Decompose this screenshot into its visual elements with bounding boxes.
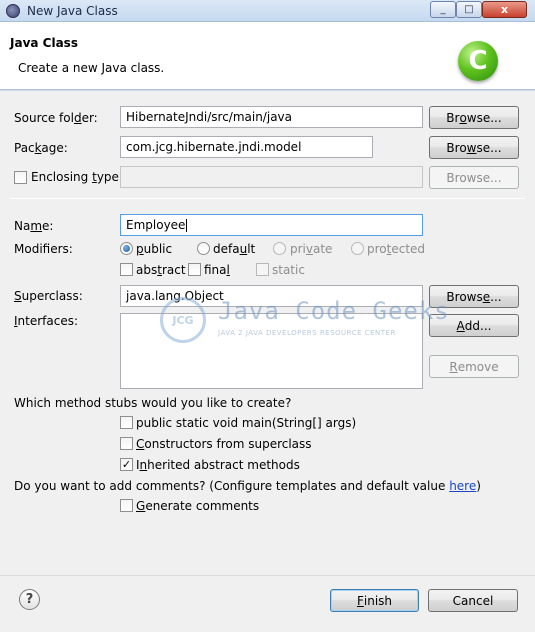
interfaces-list[interactable] xyxy=(120,313,423,389)
dialog-description: Create a new Java class. xyxy=(18,61,165,75)
protected-label: protected xyxy=(367,242,426,256)
generate-comments-label: Generate comments xyxy=(136,499,260,513)
final-checkbox[interactable] xyxy=(188,263,201,276)
final-label: final xyxy=(204,263,230,277)
superclass-browse-button[interactable]: Brows e... xyxy=(429,285,519,308)
generate-comments-checkbox[interactable] xyxy=(120,499,133,512)
main-method-checkbox[interactable] xyxy=(120,416,133,429)
abstract-label: abstract xyxy=(136,263,186,277)
source-folder-browse-button[interactable]: Br o wse... xyxy=(429,106,519,129)
window-title: New Java Class xyxy=(27,4,118,18)
static-checkbox xyxy=(256,263,269,276)
maximize-button[interactable]: □ xyxy=(456,1,482,18)
eclipse-icon xyxy=(6,4,20,18)
inherited-methods-checkbox[interactable]: ✓ xyxy=(120,458,133,471)
static-label: static xyxy=(272,263,305,277)
add-interface-button[interactable]: Add... xyxy=(429,314,519,337)
name-label: Name: xyxy=(14,219,54,233)
dialog-header xyxy=(0,22,535,90)
enclosing-type-label: Enclosing type: xyxy=(31,170,123,184)
remove-interface-button: Remove xyxy=(429,355,519,378)
comments-question: Do you want to add comments? (Configure … xyxy=(14,479,481,493)
help-icon[interactable]: ? xyxy=(19,589,40,610)
superclass-input[interactable]: java.lang.Object xyxy=(120,285,423,307)
enclosing-type-input xyxy=(120,166,423,188)
public-radio[interactable] xyxy=(120,242,133,255)
superclass-label: Superclass: xyxy=(14,289,83,303)
abstract-checkbox[interactable] xyxy=(120,263,133,276)
main-method-label: public static void main(String[] args) xyxy=(136,416,357,430)
footer-separator xyxy=(0,575,535,576)
finish-button[interactable]: Finish xyxy=(330,589,419,612)
public-label: public xyxy=(136,242,173,256)
configure-templates-link[interactable]: here xyxy=(449,479,476,493)
package-browse-button[interactable]: Bro w se... xyxy=(429,136,519,159)
enclosing-type-checkbox[interactable] xyxy=(14,171,27,184)
private-radio xyxy=(273,242,286,255)
constructors-label: Constructors from superclass xyxy=(136,437,312,451)
private-label: private xyxy=(290,242,333,256)
close-button[interactable]: x xyxy=(482,1,527,18)
protected-radio xyxy=(351,242,364,255)
enclosing-type-browse-button: Browse... xyxy=(429,166,519,189)
package-input[interactable]: com.jcg.hibernate.jndi.model xyxy=(120,136,373,158)
method-stubs-question: Which method stubs would you like to cre… xyxy=(14,396,292,410)
modifiers-label: Modifiers: xyxy=(14,242,73,256)
name-input[interactable]: Employee xyxy=(120,214,423,236)
java-class-logo-icon: C xyxy=(458,41,498,81)
separator xyxy=(10,198,525,199)
source-folder-input[interactable]: HibernateJndi/src/main/java xyxy=(120,106,423,128)
source-folder-label: Source folder: xyxy=(14,111,98,125)
constructors-checkbox[interactable] xyxy=(120,437,133,450)
default-label: default xyxy=(213,242,256,256)
minimize-button[interactable]: _ xyxy=(430,1,456,18)
inherited-methods-label: Inherited abstract methods xyxy=(136,458,300,472)
cancel-button[interactable]: Cancel xyxy=(428,589,518,612)
interfaces-label: Interfaces: xyxy=(14,314,79,328)
dialog-title: Java Class xyxy=(10,36,78,50)
package-label: Package: xyxy=(14,141,68,155)
default-radio[interactable] xyxy=(197,242,210,255)
